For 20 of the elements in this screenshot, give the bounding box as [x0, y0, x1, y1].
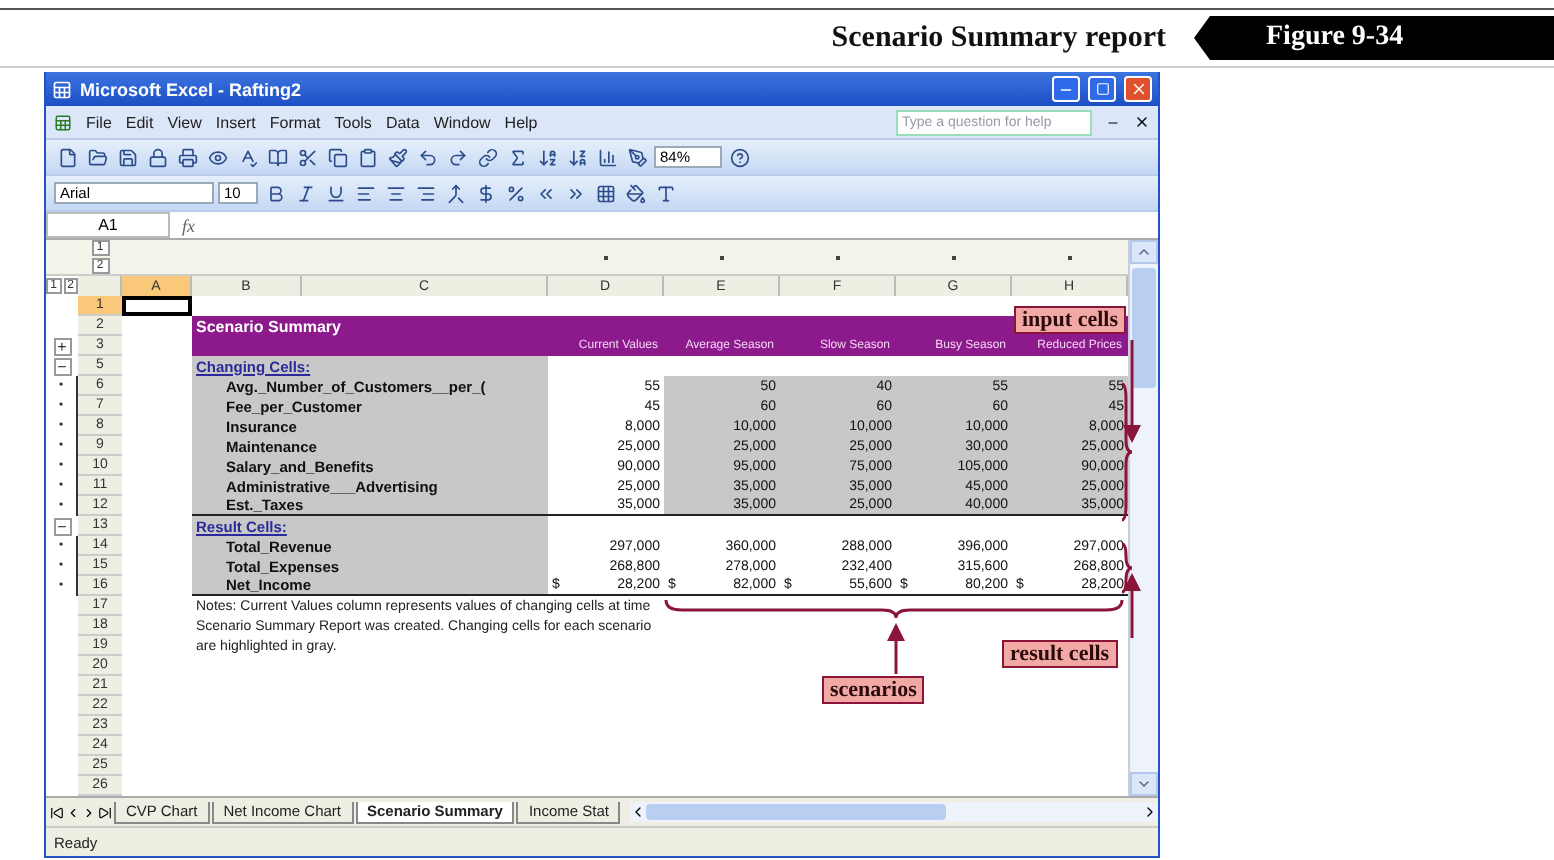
result-cells-callout: result cells — [1002, 640, 1118, 668]
outline-button[interactable]: − — [53, 517, 71, 535]
input-cells-callout: input cells — [1014, 306, 1126, 334]
menu-item[interactable]: Format — [269, 113, 321, 131]
menu-item[interactable]: File — [86, 113, 112, 131]
window-title: Microsoft Excel - Rafting2 — [80, 79, 304, 99]
report-caption: Scenario Summary report — [831, 21, 1166, 55]
menu-item[interactable]: Edit — [125, 113, 154, 131]
figure-label: Figure 9-34 — [1194, 16, 1554, 60]
menu-item[interactable]: Window — [433, 113, 491, 131]
menu-item[interactable]: Help — [504, 113, 538, 131]
scenarios-callout: scenarios — [822, 676, 925, 704]
outline-button[interactable]: − — [53, 357, 71, 375]
function-label[interactable]: fx — [182, 215, 195, 235]
menu-item[interactable]: View — [167, 113, 202, 131]
menu-item[interactable]: Tools — [334, 113, 372, 131]
menu-item[interactable]: Insert — [215, 113, 256, 131]
outline-button[interactable]: + — [53, 337, 71, 355]
name-box[interactable]: A1 — [46, 212, 170, 238]
menu-item[interactable]: Data — [385, 113, 420, 131]
